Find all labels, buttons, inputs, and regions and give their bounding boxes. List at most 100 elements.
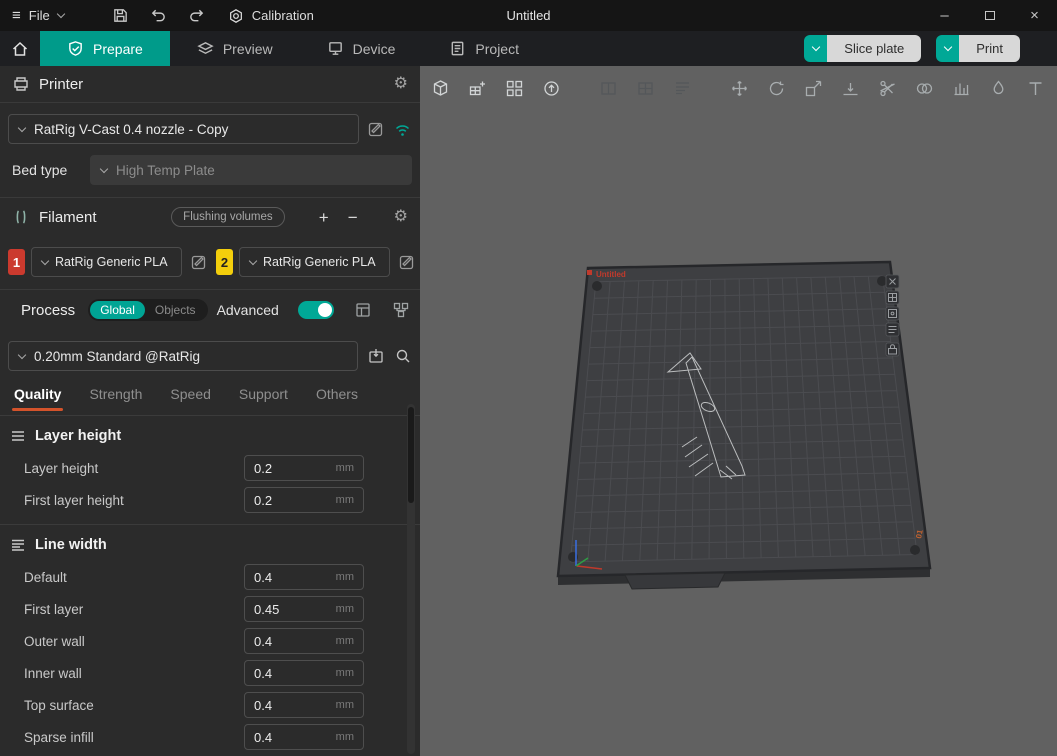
first-layer-height-input[interactable]: 0.2 mm [244,487,364,513]
remove-filament-button[interactable]: − [343,209,363,226]
variable-layer-height-icon[interactable] [670,76,694,100]
edit-filament-1-icon[interactable] [190,253,208,271]
wifi-connection-icon[interactable] [393,121,412,138]
filament-1-color-badge[interactable]: 1 [8,249,25,275]
line-width-sparse-infill-input[interactable]: 0.4 mm [244,724,364,750]
filament-settings-gear-icon[interactable]: ⚙ [394,209,408,225]
maximize-button[interactable] [967,0,1012,31]
scrollbar-thumb[interactable] [408,407,414,503]
text-tool-icon[interactable] [1023,76,1047,100]
tab-support[interactable]: Support [239,386,288,402]
tab-project[interactable]: Project [422,31,546,66]
printer-section-title: Printer [39,76,83,93]
tab-strength[interactable]: Strength [89,386,142,402]
viewport-toolbar [420,66,1057,110]
tab-quality[interactable]: Quality [14,386,61,402]
tab-others[interactable]: Others [316,386,358,402]
param-label: Inner wall [24,666,244,681]
bed-type-select[interactable]: High Temp Plate [90,155,412,185]
slice-options-dropdown[interactable] [804,35,827,62]
edit-printer-icon[interactable] [367,120,385,138]
print-button[interactable]: Print [936,35,1020,62]
plate-screw [910,545,920,555]
home-button[interactable] [0,31,40,66]
tab-prepare[interactable]: Prepare [40,31,170,66]
calibration-label: Calibration [252,8,314,23]
param-unit: mm [336,699,354,711]
printer-icon [12,75,30,93]
chevron-down-icon [56,10,64,18]
line-width-default-input[interactable]: 0.4 mm [244,564,364,590]
support-paint-tool-icon[interactable] [949,76,973,100]
arrange-icon[interactable] [502,76,526,100]
tab-preview[interactable]: Preview [170,31,300,66]
param-value: 0.4 [254,730,272,745]
rotate-tool-icon[interactable] [764,76,788,100]
scope-objects-option[interactable]: Objects [145,301,206,319]
search-icon[interactable] [394,347,412,365]
tab-speed[interactable]: Speed [170,386,210,402]
add-plate-icon[interactable] [465,76,489,100]
filament-2-select[interactable]: RatRig Generic PLA [239,247,390,277]
minimize-button[interactable]: – [922,0,967,31]
scale-tool-icon[interactable] [801,76,825,100]
cut-tool-icon[interactable] [875,76,899,100]
line-width-first-layer-input[interactable]: 0.45 mm [244,596,364,622]
advanced-toggle[interactable] [298,301,334,319]
sidebar-scrollbar[interactable] [407,404,415,754]
lay-flat-tool-icon[interactable] [838,76,862,100]
save-button[interactable] [106,4,136,28]
param-value: 0.4 [254,698,272,713]
undo-button[interactable] [144,4,174,28]
seam-paint-tool-icon[interactable] [986,76,1010,100]
process-section-title: Process [21,302,75,319]
close-button[interactable]: × [1012,0,1057,31]
process-flow-icon[interactable] [392,301,410,319]
param-unit: mm [336,635,354,647]
sidebar: Printer ⚙ RatRig V-Cast 0.4 nozzle - Cop… [0,66,420,756]
param-row: First layer 0.45 mm [0,593,420,625]
layer-height-input[interactable]: 0.2 mm [244,455,364,481]
edit-filament-2-icon[interactable] [398,253,416,271]
parameter-table-icon[interactable] [354,301,372,319]
printer-settings-gear-icon[interactable]: ⚙ [394,76,408,92]
calibration-button[interactable]: Calibration [228,8,314,24]
build-plate-scene[interactable]: Untitled 01 [420,66,1057,756]
mesh-boolean-tool-icon[interactable] [912,76,936,100]
param-label: First layer [24,602,244,617]
param-row: Inner wall 0.4 mm [0,657,420,689]
plate-orient-button[interactable] [886,307,899,320]
file-menu-button[interactable]: ≡ File [0,0,76,31]
print-label[interactable]: Print [959,35,1020,62]
print-options-dropdown[interactable] [936,35,959,62]
add-filament-button[interactable]: + [314,209,334,226]
line-width-section: Line width Default 0.4 mm First layer 0.… [0,524,420,756]
auto-orient-icon[interactable] [539,76,563,100]
line-width-outer-wall-input[interactable]: 0.4 mm [244,628,364,654]
param-row: Sparse infill 0.4 mm [0,721,420,753]
param-value: 0.45 [254,602,279,617]
redo-button[interactable] [182,4,212,28]
flushing-volumes-button[interactable]: Flushing volumes [171,207,284,227]
filament-1-select[interactable]: RatRig Generic PLA [31,247,182,277]
slice-plate-label[interactable]: Slice plate [827,35,921,62]
line-width-top-surface-input[interactable]: 0.4 mm [244,692,364,718]
tab-preview-label: Preview [223,41,273,57]
scope-global-option[interactable]: Global [90,301,145,319]
process-preset-select[interactable]: 0.20mm Standard @RatRig [8,341,358,371]
add-model-icon[interactable] [428,76,452,100]
slice-plate-button[interactable]: Slice plate [804,35,921,62]
filament-spool-icon [12,208,30,226]
printer-preset-select[interactable]: RatRig V-Cast 0.4 nozzle - Copy [8,114,359,144]
save-preset-icon[interactable] [367,347,385,365]
tab-device[interactable]: Device [300,31,423,66]
split-to-parts-icon[interactable] [633,76,657,100]
split-to-objects-icon[interactable] [596,76,620,100]
plate-name-label[interactable]: Untitled [596,270,626,279]
filament-2-color-badge[interactable]: 2 [216,249,233,275]
viewport-3d[interactable]: Untitled 01 [420,66,1057,756]
param-unit: mm [336,571,354,583]
line-width-inner-wall-input[interactable]: 0.4 mm [244,660,364,686]
move-tool-icon[interactable] [727,76,751,100]
plate-screw [592,281,602,291]
